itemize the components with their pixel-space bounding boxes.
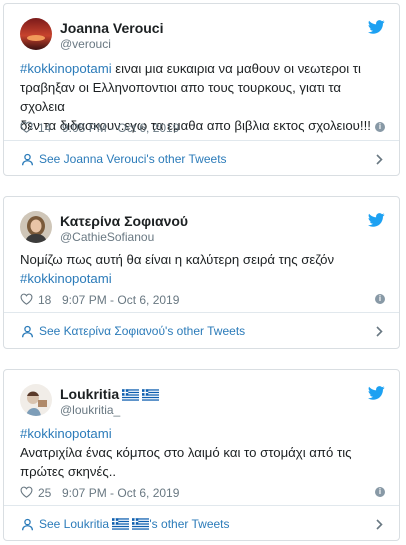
chevron-right-icon[interactable] [376, 519, 383, 530]
tweet-text: Νομίζω πως αυτή θα είναι η καλύτερη σειρ… [20, 250, 385, 288]
link-text: See Loukritia [39, 517, 113, 531]
author-handle[interactable]: @loukritia_ [60, 403, 120, 417]
tweet-header: Loukritia @loukritia_ [4, 370, 399, 417]
text-fragment: ειναι μια ευκαιρια να μαθουν οι νεωτεροι… [111, 61, 361, 76]
twitter-bird-icon[interactable] [368, 20, 385, 34]
info-icon[interactable]: i [375, 487, 385, 497]
author-name-text: Loukritia [60, 386, 120, 402]
like-count: 18 [38, 293, 52, 307]
hashtag-link[interactable]: #kokkinopotami [20, 426, 112, 441]
heart-icon[interactable] [20, 293, 33, 305]
like-count: 14 [38, 121, 52, 135]
author-name[interactable]: Κατερίνα Σοφιανού [60, 213, 188, 229]
timestamp[interactable]: 9:07 PM - Oct 6, 2019 [62, 486, 179, 500]
text-line: Νομίζω πως αυτή θα είναι η καλύτερη σειρ… [20, 252, 335, 267]
avatar[interactable] [20, 211, 52, 243]
person-icon [21, 518, 34, 531]
hashtag-link[interactable]: #kokkinopotami [20, 61, 112, 76]
text-line: πρώτες σκηνές.. [20, 464, 117, 479]
info-icon[interactable]: i [375, 294, 385, 304]
text-line: Ανατριχίλα ένας κόμπος στο λαιμό και το … [20, 445, 352, 460]
tweet-meta: 25 9:07 PM - Oct 6, 2019 i [20, 485, 385, 501]
other-tweets-link[interactable]: See Κατερίνα Σοφιανού's other Tweets [39, 324, 245, 338]
tweet-header: Joanna Verouci @verouci [4, 4, 399, 51]
author-name[interactable]: Loukritia [60, 386, 160, 402]
tweet-footer[interactable]: See Joanna Verouci's other Tweets [4, 140, 399, 178]
author-handle[interactable]: @verouci [60, 37, 111, 51]
heart-icon[interactable] [20, 121, 33, 133]
tweet-meta: 14 9:05 PM - Oct 6, 2019 i [20, 120, 385, 136]
other-tweets-link[interactable]: See Loukritia 's other Tweets [39, 517, 230, 531]
text-line: τραβηξαν οι Ελληνοποντιοι απο τους τουρκ… [20, 80, 342, 114]
greek-flag-icon [132, 518, 150, 530]
timestamp[interactable]: 9:05 PM - Oct 6, 2019 [62, 121, 179, 135]
hashtag-link[interactable]: #kokkinopotami [20, 271, 112, 286]
portrait-avatar-icon [20, 211, 52, 243]
tweet-header: Κατερίνα Σοφιανού @CathieSofianou [4, 197, 399, 244]
tweet-card: Loukritia @loukritia_ #kokkinopotami Ανα… [3, 369, 400, 541]
like-count: 25 [38, 486, 52, 500]
other-tweets-link[interactable]: See Joanna Verouci's other Tweets [39, 152, 227, 166]
tweet-footer[interactable]: See Loukritia 's other Tweets [4, 505, 399, 543]
tweet-footer[interactable]: See Κατερίνα Σοφιανού's other Tweets [4, 312, 399, 350]
tweet-meta: 18 9:07 PM - Oct 6, 2019 i [20, 292, 385, 308]
cartoon-avatar-icon [20, 384, 52, 416]
person-icon [21, 325, 34, 338]
chevron-right-icon[interactable] [376, 154, 383, 165]
heart-icon[interactable] [20, 486, 33, 498]
sunset-avatar-icon [20, 18, 52, 50]
tweet-card: Κατερίνα Σοφιανού @CathieSofianou Νομίζω… [3, 196, 400, 349]
greek-flag-icon [122, 389, 140, 401]
twitter-bird-icon[interactable] [368, 213, 385, 227]
timestamp[interactable]: 9:07 PM - Oct 6, 2019 [62, 293, 179, 307]
info-icon[interactable]: i [375, 122, 385, 132]
greek-flag-icon [142, 389, 160, 401]
tweet-card: Joanna Verouci @verouci #kokkinopotami ε… [3, 3, 400, 176]
author-name[interactable]: Joanna Verouci [60, 20, 163, 36]
tweet-text: #kokkinopotami Ανατριχίλα ένας κόμπος στ… [20, 424, 385, 481]
link-text: 's other Tweets [149, 517, 230, 531]
author-handle[interactable]: @CathieSofianou [60, 230, 154, 244]
avatar[interactable] [20, 18, 52, 50]
greek-flag-icon [112, 518, 130, 530]
chevron-right-icon[interactable] [376, 326, 383, 337]
avatar[interactable] [20, 384, 52, 416]
twitter-bird-icon[interactable] [368, 386, 385, 400]
person-icon [21, 153, 34, 166]
